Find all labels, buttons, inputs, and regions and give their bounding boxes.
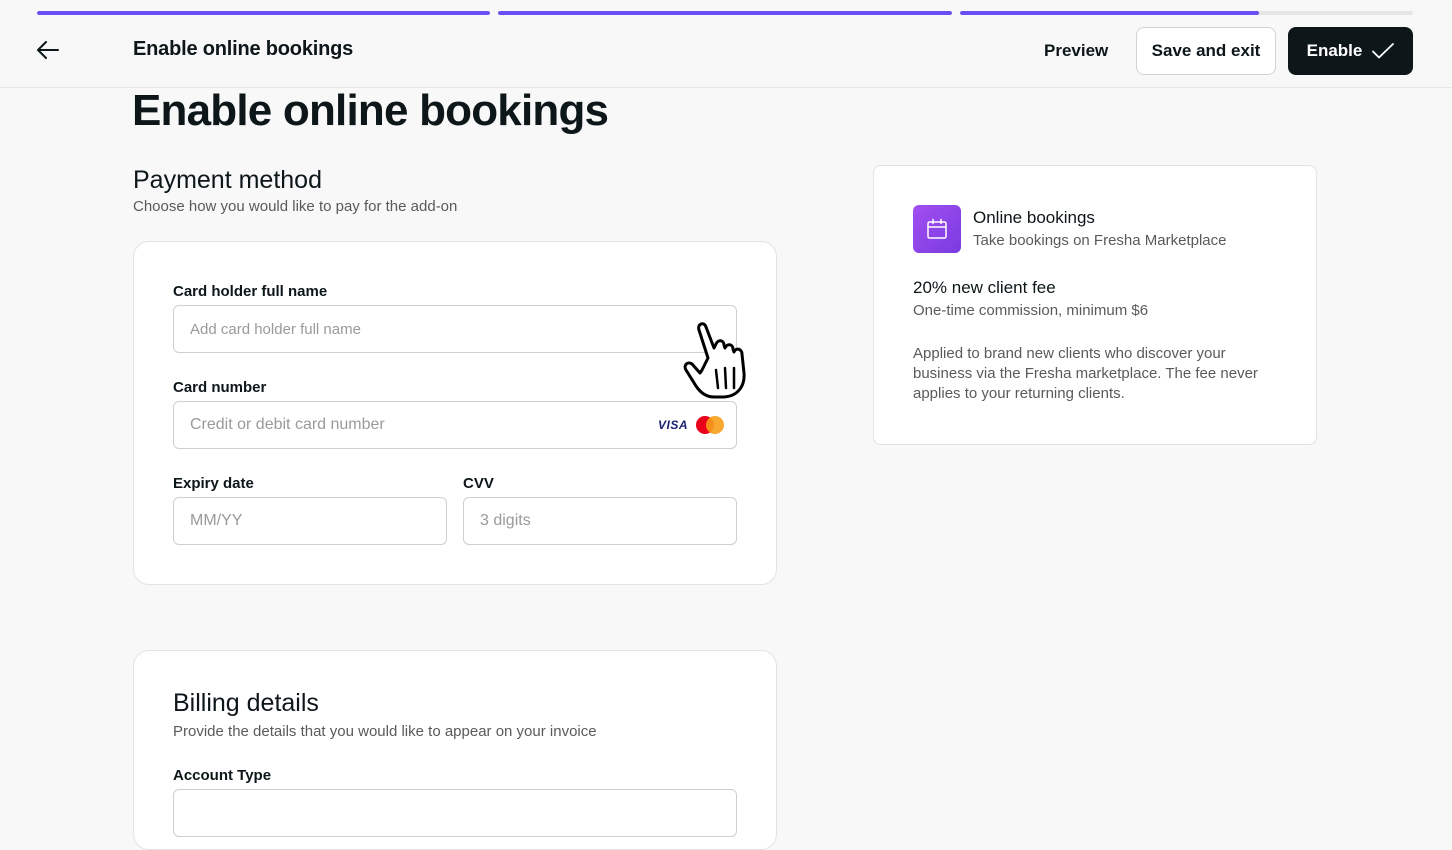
mastercard-logo (696, 416, 724, 434)
account-type-label: Account Type (173, 767, 272, 784)
top-bar-title: Enable online bookings (133, 38, 354, 60)
billing-details-subtitle: Provide the details that you would like … (173, 723, 597, 740)
hand-pointer-cursor-icon (683, 322, 746, 399)
expiry-label: Expiry date (173, 475, 254, 492)
calendar-icon (927, 218, 947, 239)
expiry-placeholder: MM/YY (190, 512, 243, 529)
top-bar: Enable online bookings Preview Save and … (0, 0, 1452, 88)
billing-details-title: Billing details (173, 689, 319, 717)
fee-title: 20% new client fee (913, 278, 1056, 297)
enable-button[interactable]: Enable (1288, 27, 1413, 75)
cvv-placeholder: 3 digits (480, 512, 531, 529)
addon-app-icon (913, 205, 961, 253)
arrow-left-icon (37, 41, 59, 59)
payment-method-subtitle: Choose how you would like to pay for the… (133, 198, 458, 215)
account-type-select[interactable] (173, 789, 737, 837)
addon-summary-card: Online bookings Take bookings on Fresha … (873, 165, 1317, 445)
page-title: Enable online bookings (132, 86, 609, 135)
save-and-exit-button[interactable]: Save and exit (1136, 27, 1276, 75)
payment-method-title: Payment method (133, 166, 322, 194)
fee-note: Applied to brand new clients who discove… (913, 345, 1258, 402)
billing-card: Billing details Provide the details that… (133, 650, 777, 850)
card-number-input[interactable]: Credit or debit card number VISA (173, 401, 737, 449)
addon-name: Online bookings (973, 208, 1095, 227)
cardholder-label: Card holder full name (173, 283, 328, 300)
preview-button[interactable]: Preview (1028, 28, 1124, 74)
cardholder-name-input[interactable]: Add card holder full name (173, 305, 737, 353)
addon-description: Take bookings on Fresha Marketplace (973, 232, 1227, 249)
cardholder-placeholder: Add card holder full name (190, 320, 361, 338)
card-number-label: Card number (173, 379, 267, 396)
visa-logo: VISA (657, 418, 688, 432)
payment-card: Card holder full name Add card holder fu… (133, 241, 777, 585)
expiry-date-input[interactable]: MM/YY (173, 497, 447, 545)
fee-subtitle: One-time commission, minimum $6 (913, 302, 1149, 319)
enable-button-label: Enable (1306, 41, 1363, 60)
card-brand-logos: VISA (658, 416, 724, 434)
back-button[interactable] (30, 32, 66, 68)
cvv-label: CVV (463, 475, 494, 492)
cvv-input[interactable]: 3 digits (463, 497, 737, 545)
card-number-placeholder: Credit or debit card number (190, 416, 385, 433)
checkmark-icon (1372, 43, 1395, 59)
